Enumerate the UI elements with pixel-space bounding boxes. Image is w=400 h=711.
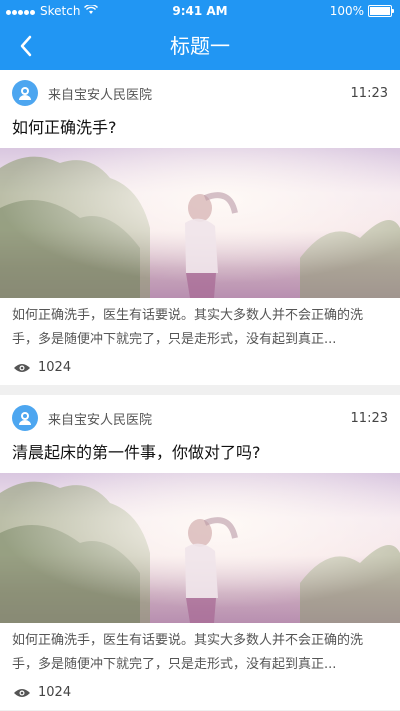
runner-photo-illustration [0, 473, 400, 623]
article-card[interactable]: 来自宝安人民医院 11:23 如何正确洗手? 如何正确洗手，医生有话要说。其实大… [0, 70, 400, 385]
article-card[interactable]: 来自宝安人民医院 11:23 清晨起床的第一件事，你做对了吗? 如何正确洗手，医… [0, 395, 400, 710]
view-count: 1024 [0, 352, 400, 385]
article-title[interactable]: 如何正确洗手? [0, 106, 400, 148]
article-title[interactable]: 清晨起床的第一件事，你做对了吗? [0, 431, 400, 473]
back-button[interactable] [8, 28, 44, 64]
article-summary: 如何正确洗手，医生有话要说。其实大多数人并不会正确的洗手，多是随便冲下就完了，只… [12, 633, 364, 672]
avatar [12, 80, 38, 106]
doctor-icon [19, 412, 31, 425]
battery-group: 100% [329, 4, 394, 18]
source-label: 来自宝安人民医院 [48, 87, 153, 103]
page-title: 标题一 [170, 34, 230, 58]
source-label: 来自宝安人民医院 [48, 412, 153, 428]
runner-photo-illustration [0, 148, 400, 298]
chevron-left-icon [20, 35, 32, 57]
article-list: 来自宝安人民医院 11:23 如何正确洗手? 如何正确洗手，医生有话要说。其实大… [0, 70, 400, 710]
battery-label: 100% [329, 4, 364, 18]
eye-icon [14, 362, 30, 374]
nav-bar: 标题一 [0, 22, 400, 70]
view-count-value: 1024 [38, 360, 72, 375]
time-label: 11:23 [350, 410, 388, 426]
card-header: 来自宝安人民医院 11:23 [0, 405, 400, 431]
card-header: 来自宝安人民医院 11:23 [0, 80, 400, 106]
battery-icon [368, 5, 394, 17]
time-label: 11:23 [350, 85, 388, 101]
view-count: 1024 [0, 677, 400, 710]
view-count-value: 1024 [38, 685, 72, 700]
article-photo[interactable] [0, 473, 400, 623]
avatar [12, 405, 38, 431]
article-summary: 如何正确洗手，医生有话要说。其实大多数人并不会正确的洗手，多是随便冲下就完了，只… [12, 308, 364, 347]
status-bar: Sketch 9:41 AM 100% [0, 0, 400, 22]
doctor-icon [19, 87, 31, 100]
eye-icon [14, 687, 30, 699]
article-photo[interactable] [0, 148, 400, 298]
